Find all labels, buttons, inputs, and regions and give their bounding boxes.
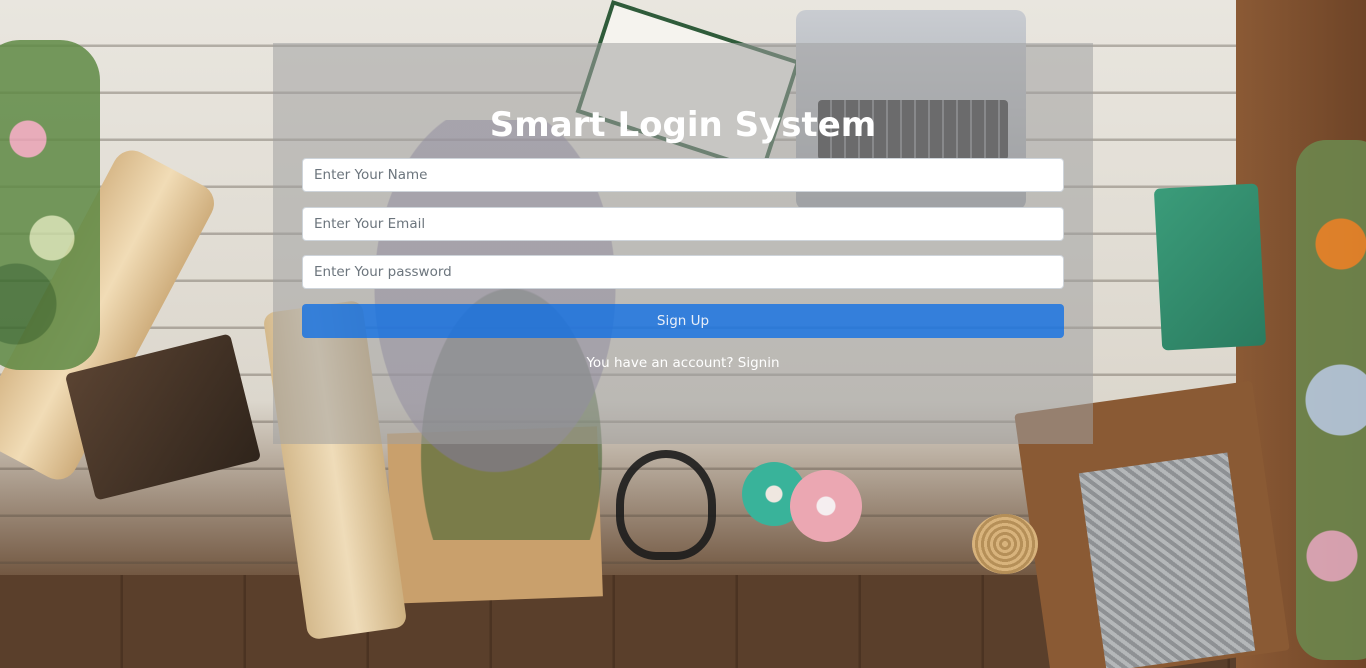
signin-link[interactable]: Signin [738,355,780,371]
wire-mesh [1078,452,1256,668]
ribbon-spool-pink [790,470,862,542]
signin-prompt-text: You have an account? [586,355,734,371]
signin-prompt: You have an account? Signin [0,354,1366,372]
floral-foam [1153,183,1267,351]
twine-spool [972,514,1038,574]
email-input[interactable] [302,207,1064,241]
flowers-left [0,40,100,370]
scissors [616,450,716,560]
sign-up-button[interactable]: Sign Up [302,304,1064,338]
password-input[interactable] [302,255,1064,289]
page-title: Smart Login System [489,105,877,145]
flowers-right [1296,140,1366,660]
name-input[interactable] [302,158,1064,192]
